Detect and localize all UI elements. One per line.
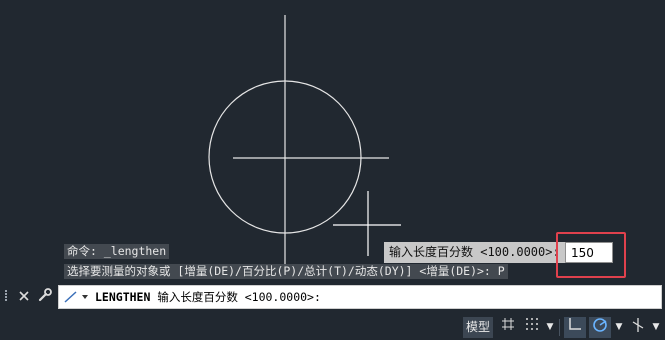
command-history-line: 选择要测量的对象或 [增量(DE)/百分比(P)/总计(T)/动态(DY)] <… (64, 264, 508, 279)
command-line-bar: LENGTHEN 输入长度百分数 <100.0000>: (0, 283, 665, 311)
highlight-box (556, 232, 626, 278)
polar-tracking-icon[interactable] (589, 317, 611, 338)
isodraft-icon[interactable] (628, 317, 648, 338)
close-icon[interactable] (14, 287, 34, 307)
command-input[interactable]: LENGTHEN 输入长度百分数 <100.0000>: (58, 285, 662, 309)
snap-icon[interactable] (522, 317, 542, 338)
command-prompt: 输入长度百分数 <100.0000>: (150, 290, 321, 304)
command-name: LENGTHEN (95, 290, 151, 304)
chevron-down-icon[interactable]: ▼ (544, 317, 556, 338)
grip-handle-icon[interactable] (4, 289, 10, 305)
model-space-button[interactable]: 模型 (463, 317, 493, 338)
wrench-icon[interactable] (35, 287, 55, 307)
ortho-icon[interactable] (564, 317, 586, 338)
status-bar: 模型 ▼ ▼ ▼ (0, 315, 665, 340)
chevron-down-icon[interactable]: ▼ (650, 317, 662, 338)
lengthen-command-icon[interactable] (63, 290, 91, 304)
chevron-down-icon[interactable]: ▼ (613, 317, 625, 338)
command-history-line: 命令: _lengthen (64, 244, 170, 259)
command-line-text: LENGTHEN 输入长度百分数 <100.0000>: (95, 286, 321, 308)
grid-icon[interactable] (498, 317, 518, 338)
dynamic-input-prompt: 输入长度百分数 <100.0000>: (384, 242, 565, 263)
